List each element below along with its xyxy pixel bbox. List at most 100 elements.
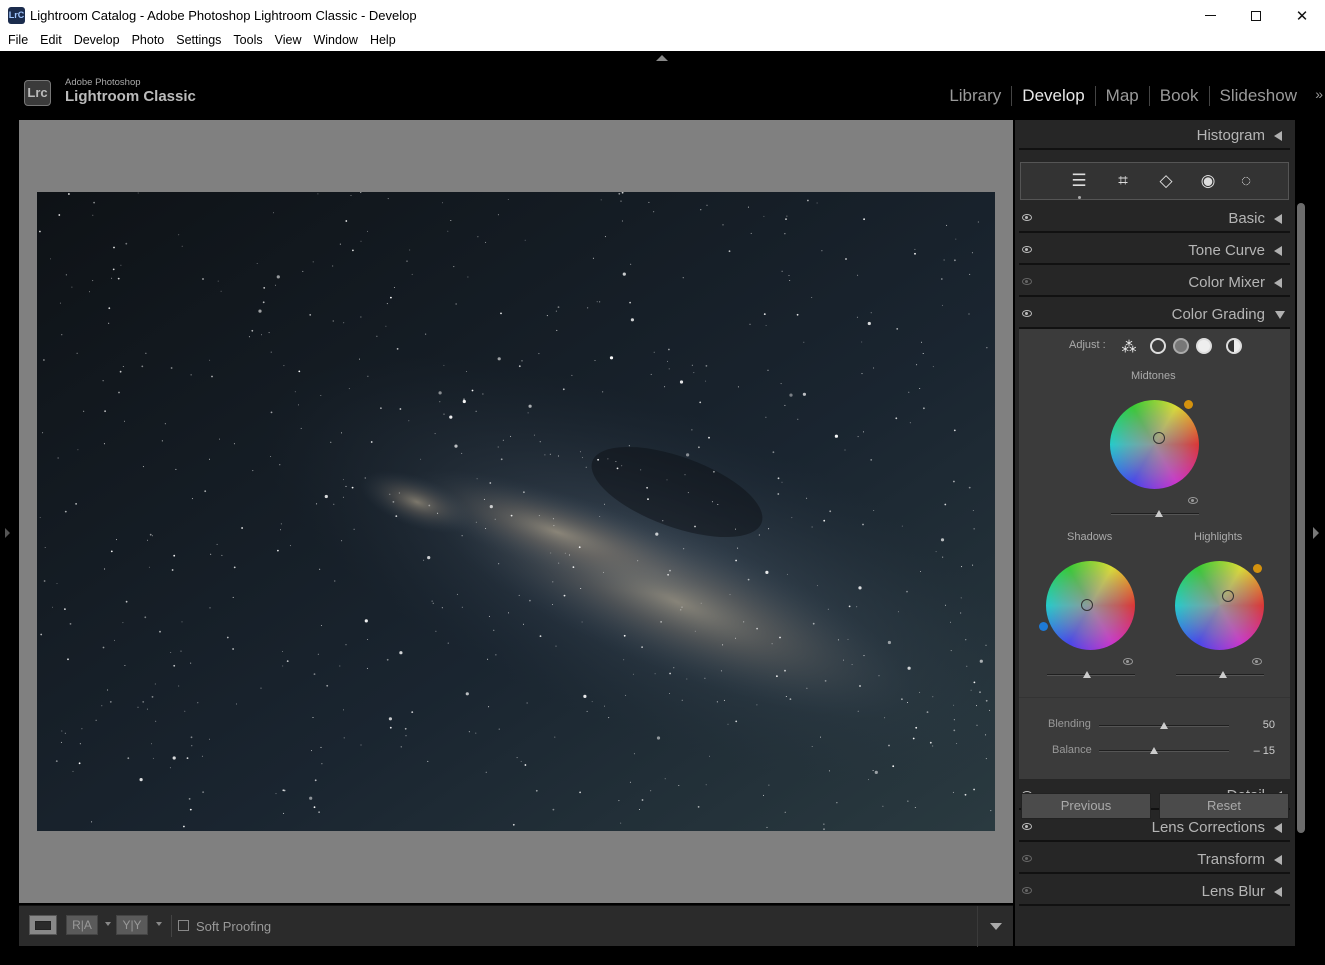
menu-file[interactable]: File <box>2 31 34 51</box>
midtones-mode-icon[interactable] <box>1173 338 1189 354</box>
lens-blur-header[interactable]: Lens Blur <box>1019 876 1290 906</box>
soft-proofing-checkbox[interactable] <box>178 920 189 931</box>
edit-sliders-icon[interactable]: ☰ <box>1069 171 1089 191</box>
module-book[interactable]: Book <box>1150 86 1210 106</box>
balance-thumb[interactable] <box>1150 747 1159 754</box>
balance-slider[interactable] <box>1099 750 1229 752</box>
panel-scrollbar[interactable] <box>1297 203 1305 833</box>
split-dropdown-icon[interactable] <box>156 922 162 926</box>
color-mixer-header[interactable]: Color Mixer <box>1019 267 1290 297</box>
highlights-eye-icon[interactable] <box>1252 658 1262 665</box>
menu-develop[interactable]: Develop <box>68 31 126 51</box>
menu-edit[interactable]: Edit <box>34 31 68 51</box>
develop-right-panel: Histogram ☰ ⌗ ◇ ◉ ◌ Basic Tone Curve Col… <box>1015 120 1295 946</box>
divider <box>1019 697 1290 698</box>
photo-preview[interactable] <box>37 192 995 831</box>
eye-icon[interactable] <box>1022 823 1032 830</box>
reset-button[interactable]: Reset <box>1159 793 1289 819</box>
highlights-luminance-thumb[interactable] <box>1219 671 1227 678</box>
top-panel-toggle-icon[interactable] <box>656 55 668 61</box>
window-title: Lightroom Catalog - Adobe Photoshop Ligh… <box>30 8 417 23</box>
shadows-eye-icon[interactable] <box>1123 658 1133 665</box>
shadows-color-wheel[interactable] <box>1046 561 1135 650</box>
adjust-label: Adjust : <box>1069 339 1106 351</box>
lrc-logo: Lrc <box>24 80 51 106</box>
blending-thumb[interactable] <box>1160 722 1168 729</box>
shadows-luminance-slider[interactable] <box>1047 674 1135 676</box>
shadows-label: Shadows <box>1067 531 1113 543</box>
midtones-color-wheel[interactable] <box>1110 400 1199 489</box>
transform-header[interactable]: Transform <box>1019 844 1290 874</box>
more-modules-icon[interactable]: » <box>1315 86 1323 102</box>
highlights-hue-knob[interactable] <box>1253 564 1262 573</box>
menu-window[interactable]: Window <box>307 31 363 51</box>
eye-icon[interactable] <box>1022 278 1032 285</box>
midtones-cursor[interactable] <box>1153 432 1165 444</box>
highlights-label: Highlights <box>1194 531 1243 543</box>
basic-header[interactable]: Basic <box>1019 203 1290 233</box>
color-grading-header[interactable]: Color Grading <box>1019 299 1290 329</box>
maximize-button[interactable] <box>1233 0 1279 31</box>
menu-tools[interactable]: Tools <box>227 31 268 51</box>
right-panel-toggle-icon[interactable] <box>1313 527 1319 539</box>
midtones-label: Midtones <box>1131 370 1176 382</box>
histogram-header[interactable]: Histogram <box>1019 120 1290 150</box>
shadows-luminance-thumb[interactable] <box>1083 671 1091 678</box>
menu-view[interactable]: View <box>269 31 308 51</box>
color-grading-label: Color Grading <box>1171 306 1265 323</box>
module-slideshow[interactable]: Slideshow <box>1210 86 1298 106</box>
tone-curve-header[interactable]: Tone Curve <box>1019 235 1290 265</box>
shadows-hue-knob[interactable] <box>1039 622 1048 631</box>
module-library[interactable]: Library <box>939 86 1013 106</box>
menu-help[interactable]: Help <box>364 31 402 51</box>
before-after-split-button[interactable]: Y|Y <box>116 915 148 935</box>
module-map[interactable]: Map <box>1096 86 1150 106</box>
highlights-cursor[interactable] <box>1222 590 1234 602</box>
balance-value[interactable]: – 15 <box>1245 745 1275 757</box>
menu-settings[interactable]: Settings <box>170 31 227 51</box>
histogram-label: Histogram <box>1196 127 1265 144</box>
collapse-icon <box>1274 214 1282 224</box>
toolbar-divider <box>171 915 172 937</box>
eye-icon[interactable] <box>1022 855 1032 862</box>
tool-strip: ☰ ⌗ ◇ ◉ ◌ <box>1020 162 1289 200</box>
toolbar-menu-button[interactable] <box>977 906 1013 947</box>
masking-icon[interactable]: ◌ <box>1236 171 1256 191</box>
loupe-view-button[interactable] <box>29 915 57 935</box>
before-after-button[interactable]: R|A <box>66 915 98 935</box>
collapse-icon <box>1274 855 1282 865</box>
basic-label: Basic <box>1228 210 1265 227</box>
midtones-eye-icon[interactable] <box>1188 497 1198 504</box>
loupe-view-icon <box>35 921 51 930</box>
before-after-dropdown-icon[interactable] <box>105 922 111 926</box>
close-button[interactable]: ✕ <box>1279 0 1325 31</box>
eye-icon[interactable] <box>1022 887 1032 894</box>
midtones-hue-knob[interactable] <box>1184 400 1193 409</box>
global-mode-icon[interactable] <box>1226 338 1242 354</box>
left-panel-toggle-icon[interactable] <box>5 528 10 538</box>
previous-button[interactable]: Previous <box>1021 793 1151 819</box>
collapse-icon <box>1274 278 1282 288</box>
expand-icon <box>1275 311 1285 319</box>
minimize-button[interactable] <box>1187 0 1233 31</box>
three-way-mode-icon[interactable]: ⁂ <box>1119 338 1139 358</box>
blending-value[interactable]: 50 <box>1245 719 1275 731</box>
app-icon: LrC <box>8 7 25 24</box>
eye-icon[interactable] <box>1022 214 1032 221</box>
module-develop[interactable]: Develop <box>1012 86 1096 106</box>
menu-photo[interactable]: Photo <box>126 31 171 51</box>
shadows-mode-icon[interactable] <box>1150 338 1166 354</box>
title-bar: LrC Lightroom Catalog - Adobe Photoshop … <box>0 0 1325 31</box>
crop-icon[interactable]: ⌗ <box>1113 171 1133 191</box>
collapse-icon <box>1274 887 1282 897</box>
red-eye-icon[interactable]: ◉ <box>1198 171 1218 191</box>
midtones-luminance-thumb[interactable] <box>1155 510 1163 517</box>
highlights-color-wheel[interactable] <box>1175 561 1264 650</box>
color-mixer-label: Color Mixer <box>1188 274 1265 291</box>
soft-proofing-label: Soft Proofing <box>196 919 272 934</box>
eye-icon[interactable] <box>1022 246 1032 253</box>
eye-icon[interactable] <box>1022 310 1032 317</box>
healing-eraser-icon[interactable]: ◇ <box>1156 171 1176 191</box>
shadows-cursor[interactable] <box>1081 599 1093 611</box>
highlights-mode-icon[interactable] <box>1196 338 1212 354</box>
